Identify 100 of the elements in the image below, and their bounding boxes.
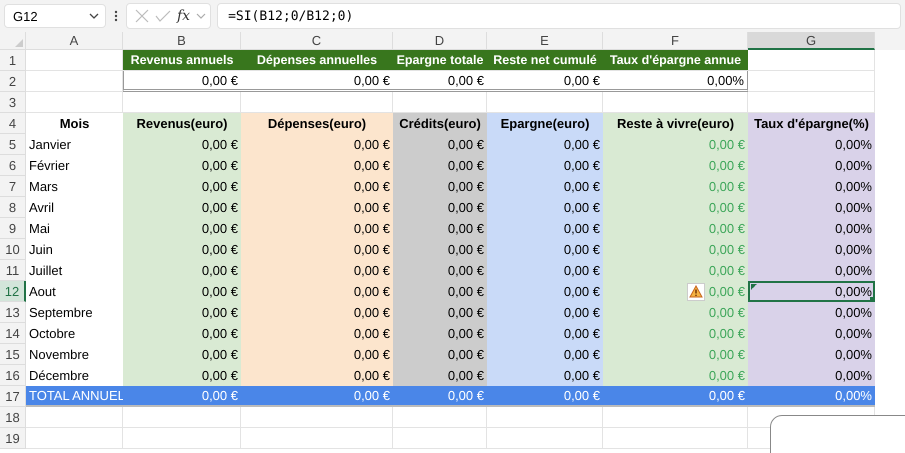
table-cell: 0,00 € — [708, 326, 745, 341]
table-cell: 0,00 € — [202, 368, 238, 383]
table-cell: 0,00 € — [241, 71, 393, 92]
column-header[interactable]: D — [393, 32, 487, 50]
column-heading: Taux d'épargne(%) — [748, 113, 875, 134]
table-cell: 0,00% — [748, 302, 875, 323]
table-cell: 0,00 € — [448, 284, 484, 299]
table-cell: 0,00 € — [354, 305, 390, 320]
row-header[interactable]: 10 — [0, 239, 26, 260]
table-cell: 0,00 € — [564, 284, 600, 299]
table-cell: 0,00 € — [202, 179, 238, 194]
table-cell: 0,00 € — [448, 263, 484, 278]
table-cell-text: Novembre — [28, 346, 90, 364]
column-header[interactable]: B — [123, 32, 241, 50]
table-cell: 0,00 € — [393, 71, 487, 92]
table-cell: 0,00 € — [708, 200, 745, 215]
cancel-icon[interactable] — [135, 9, 149, 23]
table-cell: 0,00 € — [354, 368, 390, 383]
table-cell: 0,00 € — [241, 386, 393, 407]
table-cell: 0,00 € — [564, 305, 600, 320]
table-cell: 0,00 € — [487, 71, 603, 92]
row-header[interactable]: 2 — [0, 71, 26, 92]
row-header[interactable]: 5 — [0, 134, 26, 155]
row-header[interactable]: 8 — [0, 197, 26, 218]
table-cell: 0,00 € — [354, 284, 390, 299]
table-cell: 0,00 € — [354, 263, 390, 278]
table-cell: 0,00 € — [448, 242, 484, 257]
table-cell-text: Septembre — [28, 304, 94, 322]
table-cell: 0,00% — [748, 281, 875, 302]
table-cell: 0,00% — [748, 218, 875, 239]
table-cell: 0,00 € — [202, 263, 238, 278]
select-all-icon[interactable] — [15, 39, 23, 47]
column-header[interactable]: A — [26, 32, 123, 50]
table-cell: 0,00 € — [708, 368, 745, 383]
column-header[interactable]: G — [748, 32, 875, 50]
row-header[interactable]: 7 — [0, 176, 26, 197]
table-cell: 0,00 € — [564, 200, 600, 215]
table-cell: 0,00% — [748, 260, 875, 281]
row-header[interactable]: 4 — [0, 113, 26, 134]
insert-function-button[interactable]: fx — [177, 8, 190, 24]
row-header[interactable]: 6 — [0, 155, 26, 176]
table-cell: 0,00 € — [603, 386, 748, 407]
table-cell: 0,00 € — [487, 386, 603, 407]
column-header[interactable]: C — [241, 32, 393, 50]
table-cell: 0,00% — [748, 365, 875, 386]
table-cell: 0,00 € — [708, 137, 745, 152]
table-cell: 0,00 € — [448, 158, 484, 173]
table-cell: 0,00% — [748, 344, 875, 365]
table-cell: 0,00 € — [202, 305, 238, 320]
summary-header: Dépenses annuelles — [241, 50, 393, 71]
check-icon[interactable] — [155, 10, 171, 22]
table-cell: 0,00% — [748, 239, 875, 260]
row-header[interactable]: 17 — [0, 386, 26, 407]
row-header[interactable]: 15 — [0, 344, 26, 365]
warning-icon[interactable] — [686, 282, 705, 300]
table-cell-text: Décembre — [28, 367, 90, 385]
table-cell: 0,00 € — [708, 221, 745, 236]
caret-icon[interactable] — [196, 13, 206, 19]
table-cell: 0,00% — [748, 176, 875, 197]
table-cell-text: Février — [28, 157, 70, 175]
row-header[interactable]: 14 — [0, 323, 26, 344]
column-header[interactable]: E — [487, 32, 603, 50]
row-header[interactable]: 18 — [0, 407, 26, 428]
table-cell-text: Mai — [28, 220, 51, 238]
row-header[interactable]: 1 — [0, 50, 26, 71]
table-cell: 0,00 € — [202, 242, 238, 257]
table-cell: 0,00% — [748, 155, 875, 176]
table-cell: 0,00 € — [202, 326, 238, 341]
table-cell-text: Juin — [28, 241, 54, 259]
caret-icon — [89, 13, 99, 19]
summary-header: Epargne totale — [393, 50, 487, 71]
table-cell: 0,00 € — [448, 200, 484, 215]
row-header[interactable]: 11 — [0, 260, 26, 281]
table-cell: 0,00% — [748, 386, 875, 407]
more-icon[interactable] — [114, 10, 118, 22]
table-cell: 0,00 € — [123, 71, 241, 92]
table-cell: 0,00 € — [448, 179, 484, 194]
table-cell: 0,00 € — [202, 200, 238, 215]
row-header[interactable]: 9 — [0, 218, 26, 239]
row-header[interactable]: 19 — [0, 428, 26, 449]
table-cell: 0,00 € — [354, 200, 390, 215]
table-cell: 0,00 € — [564, 137, 600, 152]
row-header[interactable]: 16 — [0, 365, 26, 386]
row-header[interactable]: 3 — [0, 92, 26, 113]
column-heading: Revenus(euro) — [123, 113, 241, 134]
column-header[interactable]: F — [603, 32, 748, 50]
table-cell: 0,00 € — [564, 221, 600, 236]
table-cell: 0,00 € — [564, 158, 600, 173]
summary-header: Revenus annuels — [123, 50, 241, 71]
row-header[interactable]: 12 — [0, 281, 26, 302]
row-header[interactable]: 13 — [0, 302, 26, 323]
table-cell: 0,00 € — [708, 305, 745, 320]
formula-field[interactable]: =SI(B12;0/B12;0) — [217, 3, 901, 29]
table-cell: 0,00 € — [564, 347, 600, 362]
column-heading: Epargne(euro) — [487, 113, 603, 134]
column-heading: Crédits(euro) — [393, 113, 487, 134]
name-box[interactable]: G12 — [4, 4, 106, 28]
table-cell: 0,00 € — [202, 221, 238, 236]
table-cell: 0,00 € — [448, 305, 484, 320]
table-cell: 0,00 € — [354, 158, 390, 173]
